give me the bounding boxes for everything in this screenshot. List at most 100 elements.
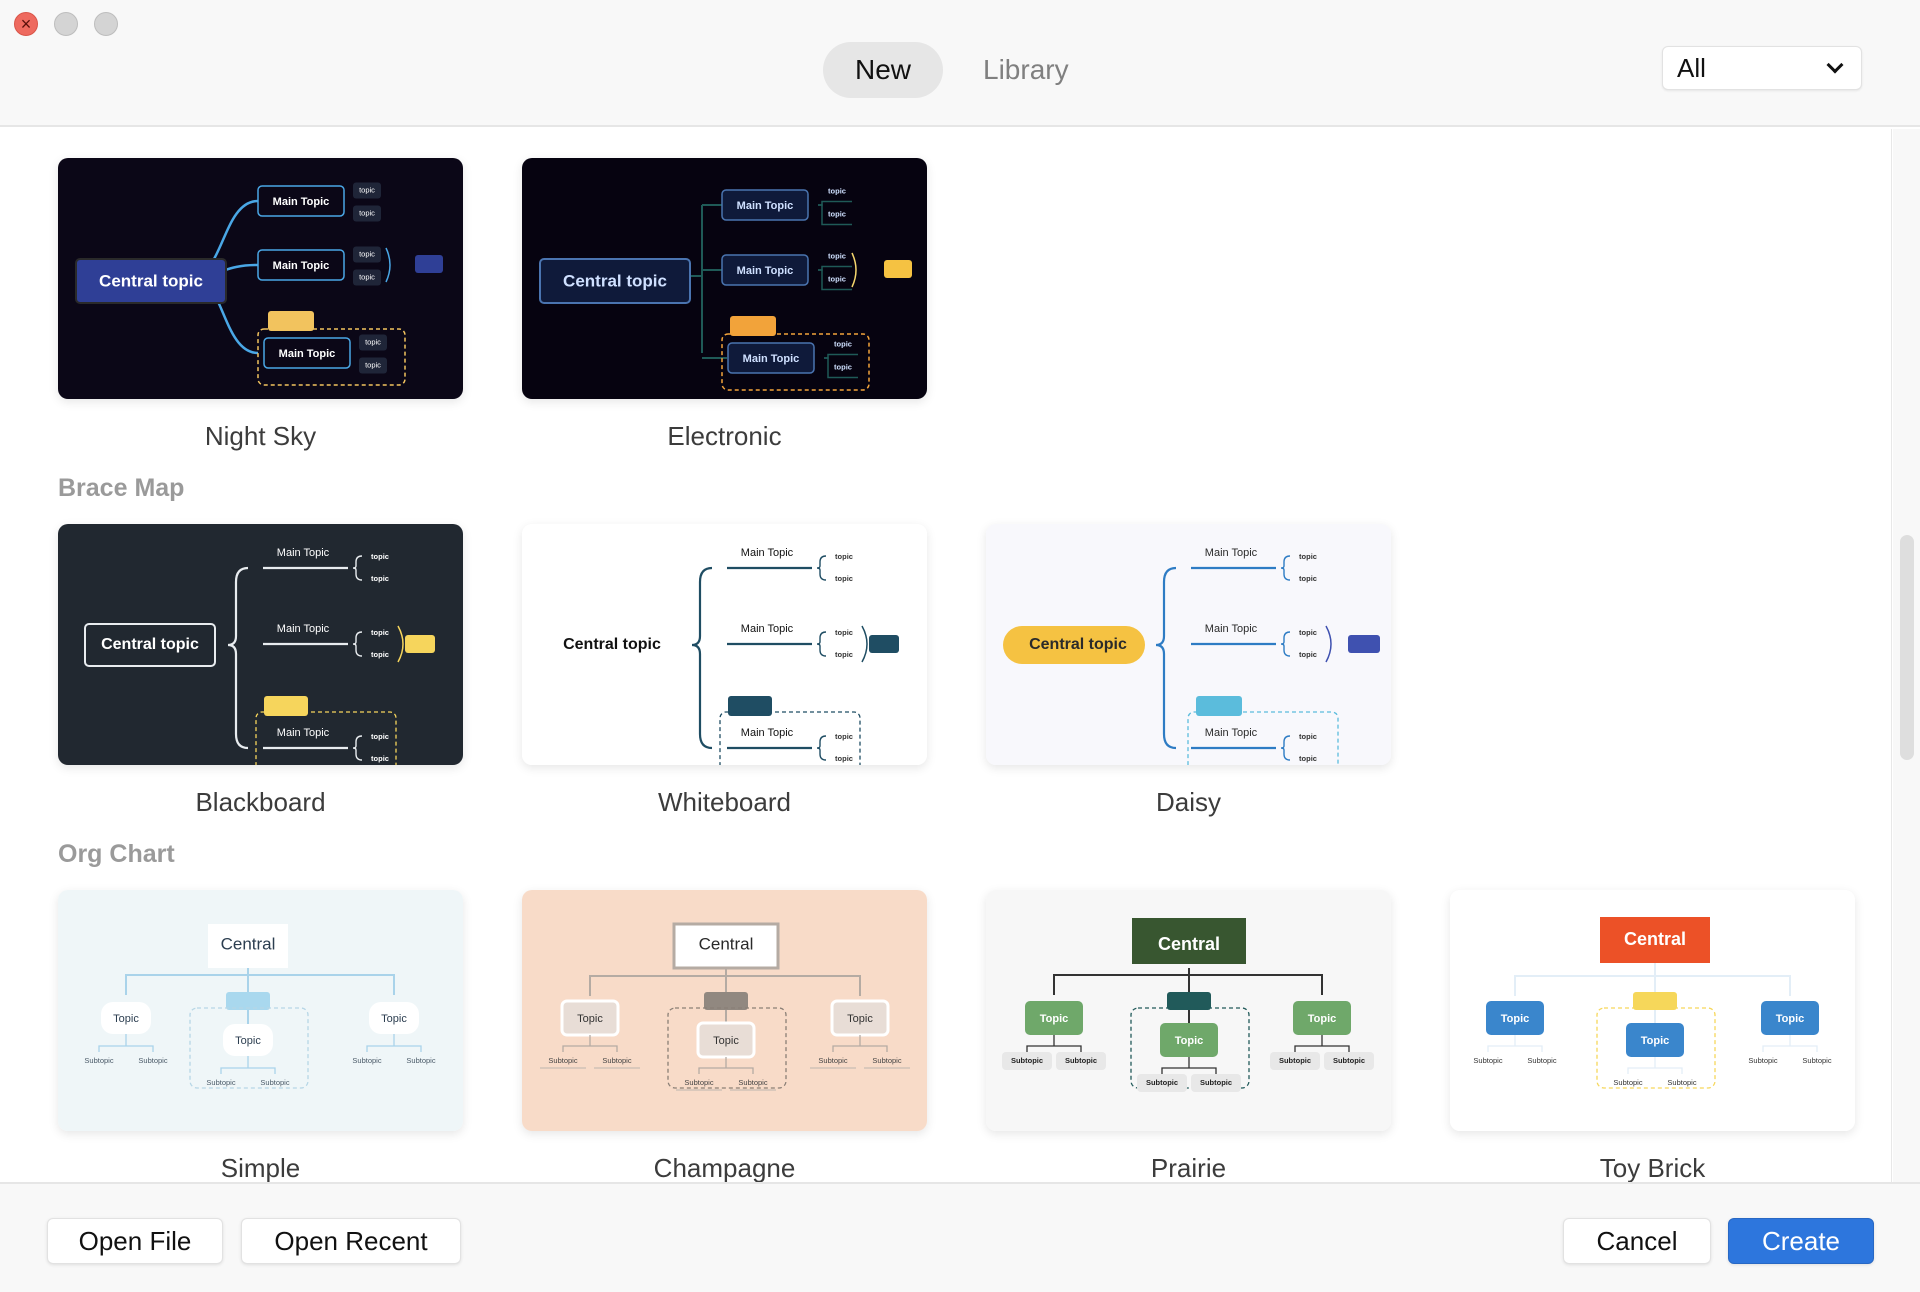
- topic-text: Topic: [1308, 1013, 1337, 1025]
- template-name-whiteboard[interactable]: Whiteboard: [522, 787, 927, 818]
- subtopic-text: Subtopic: [1146, 1078, 1178, 1087]
- subtopic-text: topic: [371, 650, 389, 659]
- central-topic-text: Central topic: [101, 636, 199, 653]
- template-card-night-sky[interactable]: Central topic Main Topic topic topic Main To…: [58, 158, 463, 399]
- topic-text: Topic: [235, 1035, 261, 1047]
- subtopic-text: topic: [359, 273, 375, 282]
- boundary-label: [226, 992, 270, 1010]
- create-button[interactable]: Create: [1728, 1218, 1874, 1264]
- central-text: Central: [221, 934, 276, 953]
- subtopic-text: topic: [828, 186, 846, 195]
- template-card-simple[interactable]: Central Topic Subtopic Subtopic Topic Subtopi…: [58, 890, 463, 1131]
- template-name-daisy[interactable]: Daisy: [986, 787, 1391, 818]
- mode-tabs: New Library: [823, 42, 1101, 98]
- boundary-label: [264, 696, 308, 716]
- subtopic-text: topic: [1299, 754, 1317, 763]
- central-topic-text: Central topic: [99, 271, 203, 290]
- subtopic-text: Subtopic: [84, 1056, 113, 1065]
- topic-text: Topic: [1776, 1013, 1805, 1025]
- subtopic-text: Subtopic: [1011, 1056, 1043, 1065]
- template-card-whiteboard[interactable]: Central topic Main Topic topic topic Main To…: [522, 524, 927, 765]
- topic-text: Topic: [1175, 1035, 1204, 1047]
- close-window-button[interactable]: ×: [14, 12, 38, 36]
- summary-node: [415, 255, 443, 273]
- subtopic-text: Subtopic: [818, 1056, 847, 1065]
- minimize-window-button[interactable]: [54, 12, 78, 36]
- template-name-prairie[interactable]: Prairie: [986, 1153, 1391, 1182]
- subtopic-text: Subtopic: [1279, 1056, 1311, 1065]
- subtopic-text: Subtopic: [1613, 1078, 1642, 1087]
- section-title-org-chart: Org Chart: [58, 840, 175, 868]
- template-filter-select[interactable]: All: [1662, 46, 1862, 90]
- subtopic-text: Subtopic: [1333, 1056, 1365, 1065]
- template-preview-blackboard: Central topic Main Topic topic topic Main To…: [58, 524, 463, 765]
- open-file-button[interactable]: Open File: [47, 1218, 223, 1264]
- subtopic-text: Subtopic: [1200, 1078, 1232, 1087]
- template-gallery: Brace Map Org Chart Central topic Main To…: [0, 129, 1892, 1182]
- summary-node: [869, 635, 899, 653]
- template-name-simple[interactable]: Simple: [58, 1153, 463, 1182]
- subtopic-text: Subtopic: [1667, 1078, 1696, 1087]
- subtopic-text: topic: [834, 339, 852, 348]
- subtopic-text: topic: [1299, 574, 1317, 583]
- subtopic-text: Subtopic: [138, 1056, 167, 1065]
- chevron-down-icon: [1826, 56, 1844, 74]
- subtopic-text: Subtopic: [1065, 1056, 1097, 1065]
- template-card-prairie[interactable]: Central Topic Subtopic Subtopic Topic Subtopi…: [986, 890, 1391, 1131]
- template-card-champagne[interactable]: Central Topic Subtopic Subtopic Topic Subtopi…: [522, 890, 927, 1131]
- main-topic-text: Main Topic: [279, 348, 336, 360]
- subtopic-text: Subtopic: [260, 1078, 289, 1087]
- boundary-label: [728, 696, 772, 716]
- scrollbar-thumb[interactable]: [1900, 535, 1914, 760]
- subtopic-text: topic: [828, 275, 846, 284]
- main-topic-text: Main Topic: [737, 200, 794, 212]
- template-name-toy-brick[interactable]: Toy Brick: [1450, 1153, 1855, 1182]
- main-topic-text: Main Topic: [1205, 727, 1258, 739]
- template-preview-night-sky: Central topic Main Topic topic topic Main To…: [58, 158, 463, 399]
- subtopic-text: topic: [835, 650, 853, 659]
- tab-new[interactable]: New: [823, 42, 944, 98]
- subtopic-text: Subtopic: [872, 1056, 901, 1065]
- template-card-toy-brick[interactable]: Central Topic Subtopic Subtopic Topic Subtopi…: [1450, 890, 1855, 1131]
- template-name-electronic[interactable]: Electronic: [522, 421, 927, 452]
- subtopic-text: topic: [371, 552, 389, 561]
- template-card-daisy[interactable]: Central topic Main Topic topic topic Main To…: [986, 524, 1391, 765]
- boundary-label: [704, 992, 748, 1010]
- template-name-champagne[interactable]: Champagne: [522, 1153, 927, 1182]
- main-topic-text: Main Topic: [277, 547, 330, 559]
- central-topic-text: Central topic: [1029, 636, 1127, 653]
- boundary-label: [730, 316, 776, 336]
- cancel-button[interactable]: Cancel: [1563, 1218, 1711, 1264]
- template-name-night-sky[interactable]: Night Sky: [58, 421, 463, 452]
- subtopic-text: Subtopic: [602, 1056, 631, 1065]
- subtopic-text: Subtopic: [1473, 1056, 1502, 1065]
- template-name-blackboard[interactable]: Blackboard: [58, 787, 463, 818]
- summary-node: [405, 635, 435, 653]
- subtopic-text: Subtopic: [406, 1056, 435, 1065]
- main-topic-text: Main Topic: [741, 623, 794, 635]
- subtopic-text: topic: [359, 185, 375, 194]
- central-topic-text: Central topic: [563, 271, 667, 290]
- subtopic-text: topic: [371, 574, 389, 583]
- subtopic-text: topic: [371, 628, 389, 637]
- tab-library[interactable]: Library: [951, 42, 1101, 98]
- subtopic-text: topic: [371, 732, 389, 741]
- summary-node: [1348, 635, 1380, 653]
- template-preview-prairie: Central Topic Subtopic Subtopic Topic Subtopi…: [986, 890, 1391, 1131]
- central-text: Central: [1158, 934, 1220, 954]
- template-preview-daisy: Central topic Main Topic topic topic Main To…: [986, 524, 1391, 765]
- subtopic-text: topic: [1299, 732, 1317, 741]
- boundary-label: [1196, 696, 1242, 716]
- open-recent-button[interactable]: Open Recent: [241, 1218, 461, 1264]
- central-text: Central: [699, 934, 754, 953]
- template-card-blackboard[interactable]: Central topic Main Topic topic topic Main To…: [58, 524, 463, 765]
- main-topic-text: Main Topic: [737, 265, 794, 277]
- subtopic-text: topic: [834, 363, 852, 372]
- subtopic-text: Subtopic: [738, 1078, 767, 1087]
- template-card-electronic[interactable]: Central topic Main Topic topic topic Main To…: [522, 158, 927, 399]
- main-topic-text: Main Topic: [741, 547, 794, 559]
- zoom-window-button[interactable]: [94, 12, 118, 36]
- central-text: Central: [1624, 929, 1686, 949]
- subtopic-text: topic: [1299, 650, 1317, 659]
- main-topic-text: Main Topic: [273, 260, 330, 272]
